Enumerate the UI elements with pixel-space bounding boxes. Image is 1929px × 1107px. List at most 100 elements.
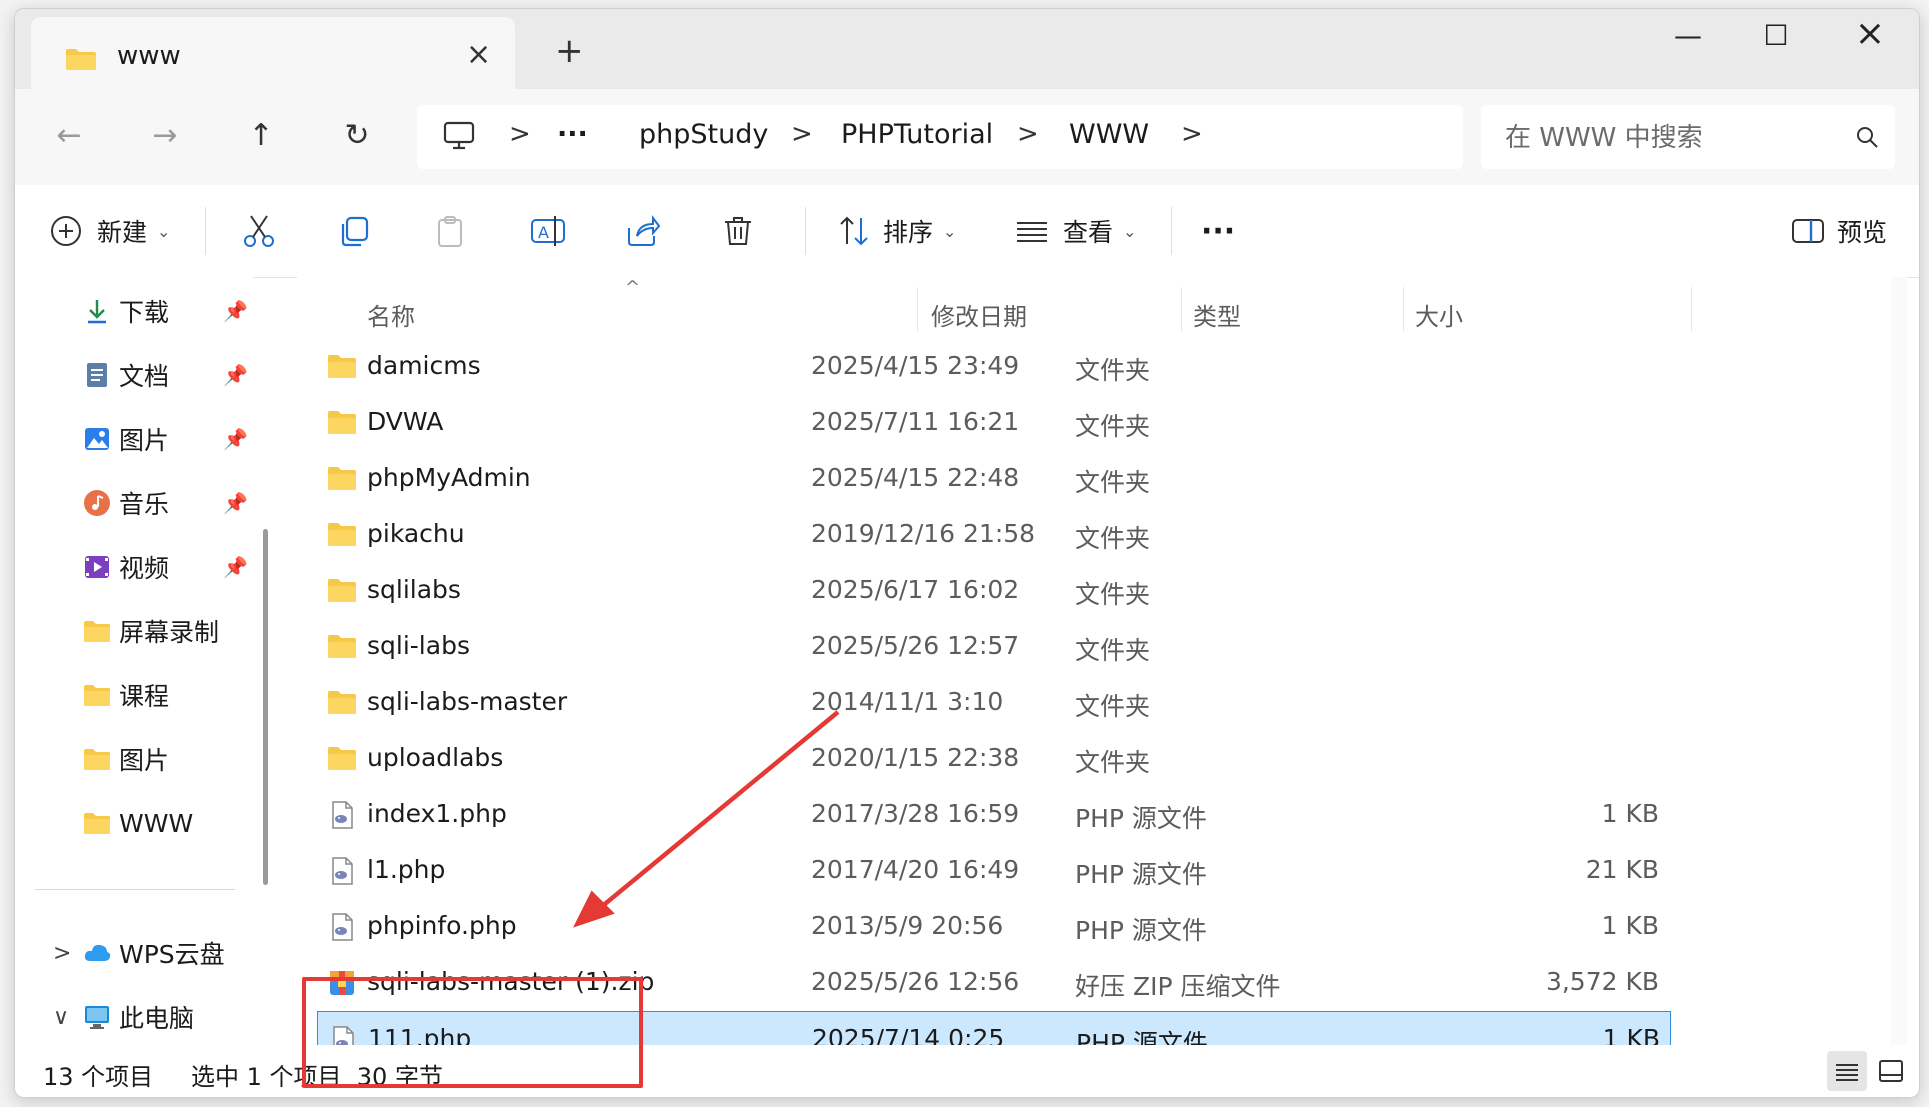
sidebar-item-label: WPS云盘 — [119, 940, 225, 969]
search-icon[interactable] — [1855, 125, 1879, 153]
column-divider[interactable] — [1403, 287, 1404, 331]
file-icon — [327, 800, 357, 834]
php-file-icon — [332, 801, 353, 829]
column-divider[interactable] — [1691, 287, 1692, 331]
cloud-icon — [84, 944, 111, 961]
sidebar-item-downloads[interactable]: 下载 📌 — [15, 285, 253, 337]
file-type: 好压 ZIP 压缩文件 — [1075, 972, 1281, 1001]
file-row[interactable]: uploadlabs 2020/1/15 22:38 文件夹 — [317, 731, 1671, 785]
pin-icon[interactable]: 📌 — [223, 491, 248, 515]
up-button[interactable]: ↑ — [239, 114, 283, 158]
delete-button[interactable] — [721, 209, 755, 253]
file-type: PHP 源文件 — [1075, 804, 1207, 833]
breadcrumb-phptutorial[interactable]: PHPTutorial — [841, 119, 993, 150]
paste-button[interactable] — [433, 209, 467, 253]
more-options-button[interactable]: ··· — [1201, 209, 1235, 253]
sidebar-item-www[interactable]: WWW — [15, 797, 253, 849]
file-icon — [327, 520, 357, 552]
maximize-button[interactable]: ☐ — [1747, 19, 1805, 63]
tiles-view-button[interactable] — [1871, 1051, 1911, 1091]
pin-icon[interactable]: 📌 — [223, 363, 248, 387]
pin-icon[interactable]: 📌 — [223, 427, 248, 451]
navigation-pane: 下载 📌 文档 📌 图片 📌 音乐 📌 视频 📌 屏幕录制 课程 图片 WWW … — [15, 277, 253, 1045]
address-bar[interactable]: > ··· phpStudy > PHPTutorial > WWW > — [417, 105, 1463, 169]
preview-pane-label: 预览 — [1837, 218, 1888, 247]
column-header-name[interactable]: 名称 — [367, 297, 415, 332]
computer-icon[interactable] — [443, 121, 475, 155]
sidebar-item-label: 此电脑 — [119, 1004, 195, 1033]
sidebar-item-music[interactable]: 音乐 📌 — [15, 477, 253, 529]
sidebar-item-label: 视频 — [119, 554, 170, 583]
sidebar-item-label: 下载 — [119, 298, 170, 327]
tab-close-icon[interactable]: × — [466, 37, 491, 72]
minimize-button[interactable]: — — [1659, 19, 1717, 63]
sidebar-item-screen-recordings[interactable]: 屏幕录制 — [15, 605, 253, 657]
file-modified: 2025/5/26 12:57 — [811, 631, 1020, 660]
copy-button[interactable] — [337, 209, 371, 253]
file-row[interactable]: index1.php 2017/3/28 16:59 PHP 源文件 1 KB — [317, 787, 1671, 841]
cut-button[interactable] — [241, 209, 277, 253]
file-row[interactable]: l1.php 2017/4/20 16:49 PHP 源文件 21 KB — [317, 843, 1671, 897]
file-row[interactable]: damicms 2025/4/15 23:49 文件夹 — [317, 339, 1671, 393]
new-tab-button[interactable]: + — [555, 31, 584, 71]
column-divider[interactable] — [917, 287, 918, 331]
folder-icon — [328, 579, 356, 602]
view-button[interactable]: 查看 ⌄ — [1015, 209, 1136, 253]
share-button[interactable] — [625, 209, 661, 253]
file-row[interactable]: phpMyAdmin 2025/4/15 22:48 文件夹 — [317, 451, 1671, 505]
breadcrumb-chevron[interactable]: > — [1017, 119, 1039, 149]
breadcrumb-chevron[interactable]: > — [509, 119, 531, 149]
search-input[interactable] — [1503, 117, 1827, 159]
file-row[interactable]: sqlilabs 2025/6/17 16:02 文件夹 — [317, 563, 1671, 617]
column-divider[interactable] — [1181, 287, 1182, 331]
pin-icon[interactable]: 📌 — [223, 555, 248, 579]
details-view-button[interactable] — [1827, 1051, 1867, 1091]
chevron-right-icon[interactable]: > — [53, 941, 71, 966]
refresh-button[interactable]: ↻ — [335, 114, 379, 158]
sidebar-item-videos[interactable]: 视频 📌 — [15, 541, 253, 593]
sidebar-item-pictures[interactable]: 图片 📌 — [15, 413, 253, 465]
rename-button[interactable]: A — [529, 209, 567, 253]
back-button[interactable]: ← — [47, 114, 91, 158]
trash-icon — [725, 217, 751, 245]
column-header-type[interactable]: 类型 — [1193, 297, 1241, 332]
preview-pane-button[interactable]: 预览 — [1791, 209, 1887, 253]
column-header-modified[interactable]: 修改日期 — [931, 297, 1027, 332]
file-row[interactable]: DVWA 2025/7/11 16:21 文件夹 — [317, 395, 1671, 449]
file-type: 文件夹 — [1075, 524, 1151, 553]
column-header-size[interactable]: 大小 — [1415, 297, 1463, 332]
tab-www[interactable]: www × — [31, 17, 515, 89]
file-list-scrollbar[interactable] — [1891, 277, 1907, 1045]
search-box[interactable] — [1481, 105, 1895, 169]
sidebar-scrollbar[interactable] — [263, 529, 268, 885]
new-button[interactable]: 新建 ⌄ — [49, 209, 170, 253]
sort-button-label: 排序 — [883, 218, 934, 247]
chevron-down-icon[interactable]: ∨ — [53, 1005, 69, 1030]
view-button-label: 查看 — [1063, 218, 1114, 247]
file-row[interactable]: phpinfo.php 2013/5/9 20:56 PHP 源文件 1 KB — [317, 899, 1671, 953]
sort-button[interactable]: 排序 ⌄ — [837, 209, 956, 253]
folder-icon — [328, 355, 356, 378]
sidebar-item-documents[interactable]: 文档 📌 — [15, 349, 253, 401]
file-row[interactable]: sqli-labs 2025/5/26 12:57 文件夹 — [317, 619, 1671, 673]
pin-icon[interactable]: 📌 — [223, 299, 248, 323]
breadcrumb-phpstudy[interactable]: phpStudy — [639, 119, 768, 150]
file-name: DVWA — [367, 407, 444, 436]
tiles-view-icon — [1879, 1060, 1903, 1082]
file-row[interactable]: pikachu 2019/12/16 21:58 文件夹 — [317, 507, 1671, 561]
file-row[interactable]: sqli-labs-master 2014/11/1 3:10 文件夹 — [317, 675, 1671, 729]
breadcrumb-chevron[interactable]: > — [1181, 119, 1203, 149]
sidebar-item-pictures-folder[interactable]: 图片 — [15, 733, 253, 785]
forward-button[interactable]: → — [143, 114, 187, 158]
sidebar-item-courses[interactable]: 课程 — [15, 669, 253, 721]
close-button[interactable]: × — [1841, 13, 1899, 57]
sidebar-item-wps-cloud[interactable]: > WPS云盘 — [15, 927, 253, 979]
breadcrumb-www[interactable]: WWW — [1069, 119, 1149, 150]
chevron-down-icon: ⌄ — [943, 221, 957, 241]
breadcrumb-chevron[interactable]: > — [791, 119, 813, 149]
scissors-icon — [244, 215, 274, 247]
chevron-down-icon: ⌄ — [1123, 221, 1137, 241]
file-type: PHP 源文件 — [1075, 860, 1207, 889]
sidebar-item-this-pc[interactable]: ∨ 此电脑 — [15, 991, 253, 1043]
breadcrumb-overflow[interactable]: ··· — [557, 119, 588, 150]
